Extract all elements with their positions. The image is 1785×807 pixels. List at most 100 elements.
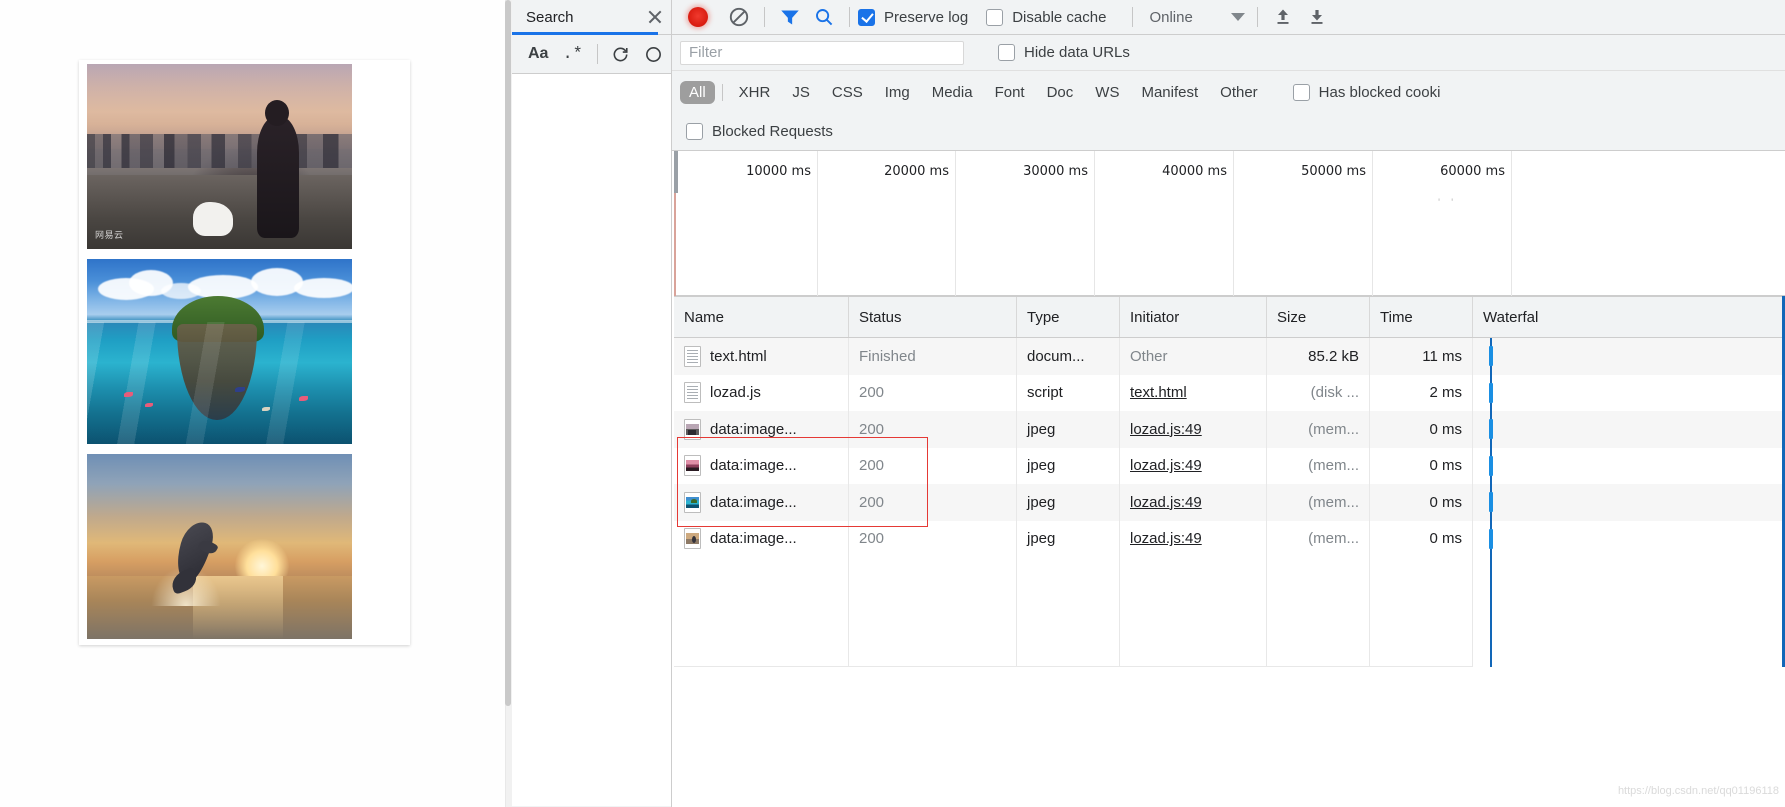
network-panel: Preserve log Disable cache Online Filter… — [672, 0, 1785, 807]
chevron-down-icon[interactable] — [1230, 13, 1245, 21]
cell-time: 2 ms — [1370, 374, 1473, 411]
type-filter-js[interactable]: JS — [783, 81, 819, 104]
type-filter-img[interactable]: Img — [876, 81, 919, 104]
checkbox-box[interactable] — [998, 44, 1015, 61]
hide-data-urls-checkbox[interactable]: Hide data URLs — [998, 44, 1130, 61]
cell-name[interactable]: data:image... — [674, 447, 849, 484]
cell-initiator[interactable]: lozad.js:49 — [1120, 411, 1267, 448]
throttling-select[interactable]: Online — [1149, 9, 1245, 26]
cell-name[interactable]: text.html — [674, 338, 849, 375]
type-filter-xhr[interactable]: XHR — [730, 81, 780, 104]
type-filter-doc[interactable]: Doc — [1038, 81, 1083, 104]
cell-type: docum... — [1017, 338, 1120, 375]
cell-time: 0 ms — [1370, 447, 1473, 484]
export-har-icon[interactable] — [1300, 3, 1334, 31]
checkbox-box[interactable] — [1292, 83, 1310, 101]
search-icon[interactable] — [807, 3, 841, 31]
column-header-initiator[interactable]: Initiator — [1120, 297, 1267, 337]
tab-search[interactable]: Search — [526, 9, 574, 26]
cell-status: 200 — [849, 411, 1017, 448]
waterfall-bar — [1489, 419, 1493, 439]
search-toolbar: Aa .* — [512, 35, 671, 74]
column-header-waterfall[interactable]: Waterfal — [1473, 297, 1785, 337]
network-toolbar: Preserve log Disable cache Online — [672, 0, 1785, 35]
cell-size: (mem... — [1267, 411, 1370, 448]
waterfall-bar — [1489, 346, 1493, 366]
checkbox-box[interactable] — [986, 8, 1004, 26]
cell-initiator[interactable]: lozad.js:49 — [1120, 447, 1267, 484]
cell-status: Finished — [849, 338, 1017, 375]
cell-status: 200 — [849, 374, 1017, 411]
waterfall-bar — [1489, 492, 1493, 512]
table-row[interactable]: data:image... 200 jpeg lozad.js:49 (mem.… — [674, 447, 1785, 484]
regex-button[interactable]: .* — [562, 45, 582, 64]
type-filter-ws[interactable]: WS — [1086, 81, 1128, 104]
refresh-icon[interactable] — [611, 45, 630, 64]
column-header-status[interactable]: Status — [849, 297, 1017, 337]
overview-tick-empty — [1512, 151, 1785, 296]
active-tab-indicator — [512, 32, 658, 35]
divider — [1256, 7, 1258, 27]
cell-initiator[interactable]: lozad.js:49 — [1120, 520, 1267, 557]
cell-type: jpeg — [1017, 447, 1120, 484]
search-input[interactable] — [680, 40, 964, 65]
image-thumbnail-sunset-icon — [684, 455, 701, 477]
blocked-requests-checkbox[interactable]: Blocked Requests — [686, 123, 833, 140]
checkbox-box[interactable] — [858, 8, 875, 26]
waterfall-bar — [1489, 528, 1493, 549]
divider — [849, 7, 850, 27]
type-filter-media[interactable]: Media — [923, 81, 982, 104]
overview-marker-dots: ' ' — [1438, 197, 1458, 209]
disable-cache-checkbox[interactable]: Disable cache — [986, 8, 1107, 26]
cell-size: (mem... — [1267, 447, 1370, 484]
table-row[interactable]: data:image... 200 jpeg lozad.js:49 (mem.… — [674, 411, 1785, 448]
match-case-button[interactable]: Aa — [528, 45, 548, 63]
checkbox-box[interactable] — [686, 123, 703, 140]
type-filter-all[interactable]: All — [680, 80, 715, 104]
cell-name[interactable]: data:image... — [674, 520, 849, 557]
cell-name[interactable]: data:image... — [674, 411, 849, 448]
network-filter-bar: Hide data URLs — [672, 35, 1785, 71]
preserve-log-checkbox[interactable]: Preserve log — [858, 8, 968, 26]
page-scrollbar-thumb[interactable] — [505, 0, 511, 706]
close-icon[interactable] — [645, 7, 665, 27]
request-name: data:image... — [710, 530, 797, 548]
image-thumbnail-dolphin-icon — [684, 528, 701, 550]
page-scrollbar[interactable] — [505, 0, 512, 807]
cell-name[interactable]: lozad.js — [674, 374, 849, 411]
filter-funnel-icon[interactable] — [773, 3, 807, 31]
import-har-icon[interactable] — [1266, 3, 1300, 31]
clear-network-log-icon[interactable] — [722, 3, 756, 31]
disable-cache-label: Disable cache — [1012, 8, 1107, 26]
table-row[interactable]: data:image... 200 jpeg lozad.js:49 (mem.… — [674, 484, 1785, 521]
column-header-name[interactable]: Name — [674, 297, 849, 337]
record-button[interactable] — [688, 7, 708, 27]
cell-initiator[interactable]: text.html — [1120, 374, 1267, 411]
type-filter-css[interactable]: CSS — [823, 81, 872, 104]
table-empty-row — [674, 557, 1785, 594]
type-filter-manifest[interactable]: Manifest — [1132, 81, 1207, 104]
clear-icon[interactable] — [644, 45, 663, 64]
overview-tick: 10000 ms — [678, 151, 818, 296]
cell-waterfall — [1473, 411, 1785, 448]
type-filter-font[interactable]: Font — [986, 81, 1034, 104]
cell-name[interactable]: data:image... — [674, 484, 849, 521]
column-header-time[interactable]: Time — [1370, 297, 1473, 337]
has-blocked-cookies-label: Has blocked cooki — [1318, 83, 1441, 101]
table-row[interactable]: data:image... 200 jpeg lozad.js:49 (mem.… — [674, 520, 1785, 557]
waterfall-bar — [1489, 382, 1493, 403]
cell-initiator[interactable]: lozad.js:49 — [1120, 484, 1267, 521]
light-rays — [87, 321, 352, 444]
table-row[interactable]: text.html Finished docum... Other 85.2 k… — [674, 338, 1785, 375]
has-blocked-cookies-checkbox[interactable]: Has blocked cooki — [1292, 83, 1441, 101]
network-overview-timeline[interactable]: 10000 ms 20000 ms 30000 ms 40000 ms 5000… — [674, 151, 1785, 296]
type-filter-other[interactable]: Other — [1211, 81, 1267, 104]
column-header-type[interactable]: Type — [1017, 297, 1120, 337]
request-name: data:image... — [710, 493, 797, 511]
page-image-city-dusk: 网易云 — [87, 64, 352, 249]
table-row[interactable]: lozad.js 200 script text.html (disk ... … — [674, 374, 1785, 411]
column-header-size[interactable]: Size — [1267, 297, 1370, 337]
blocked-requests-row: Blocked Requests — [672, 113, 1785, 151]
cell-time: 0 ms — [1370, 484, 1473, 521]
watermark-text: https://blog.csdn.net/qq01196118 — [1617, 785, 1779, 797]
